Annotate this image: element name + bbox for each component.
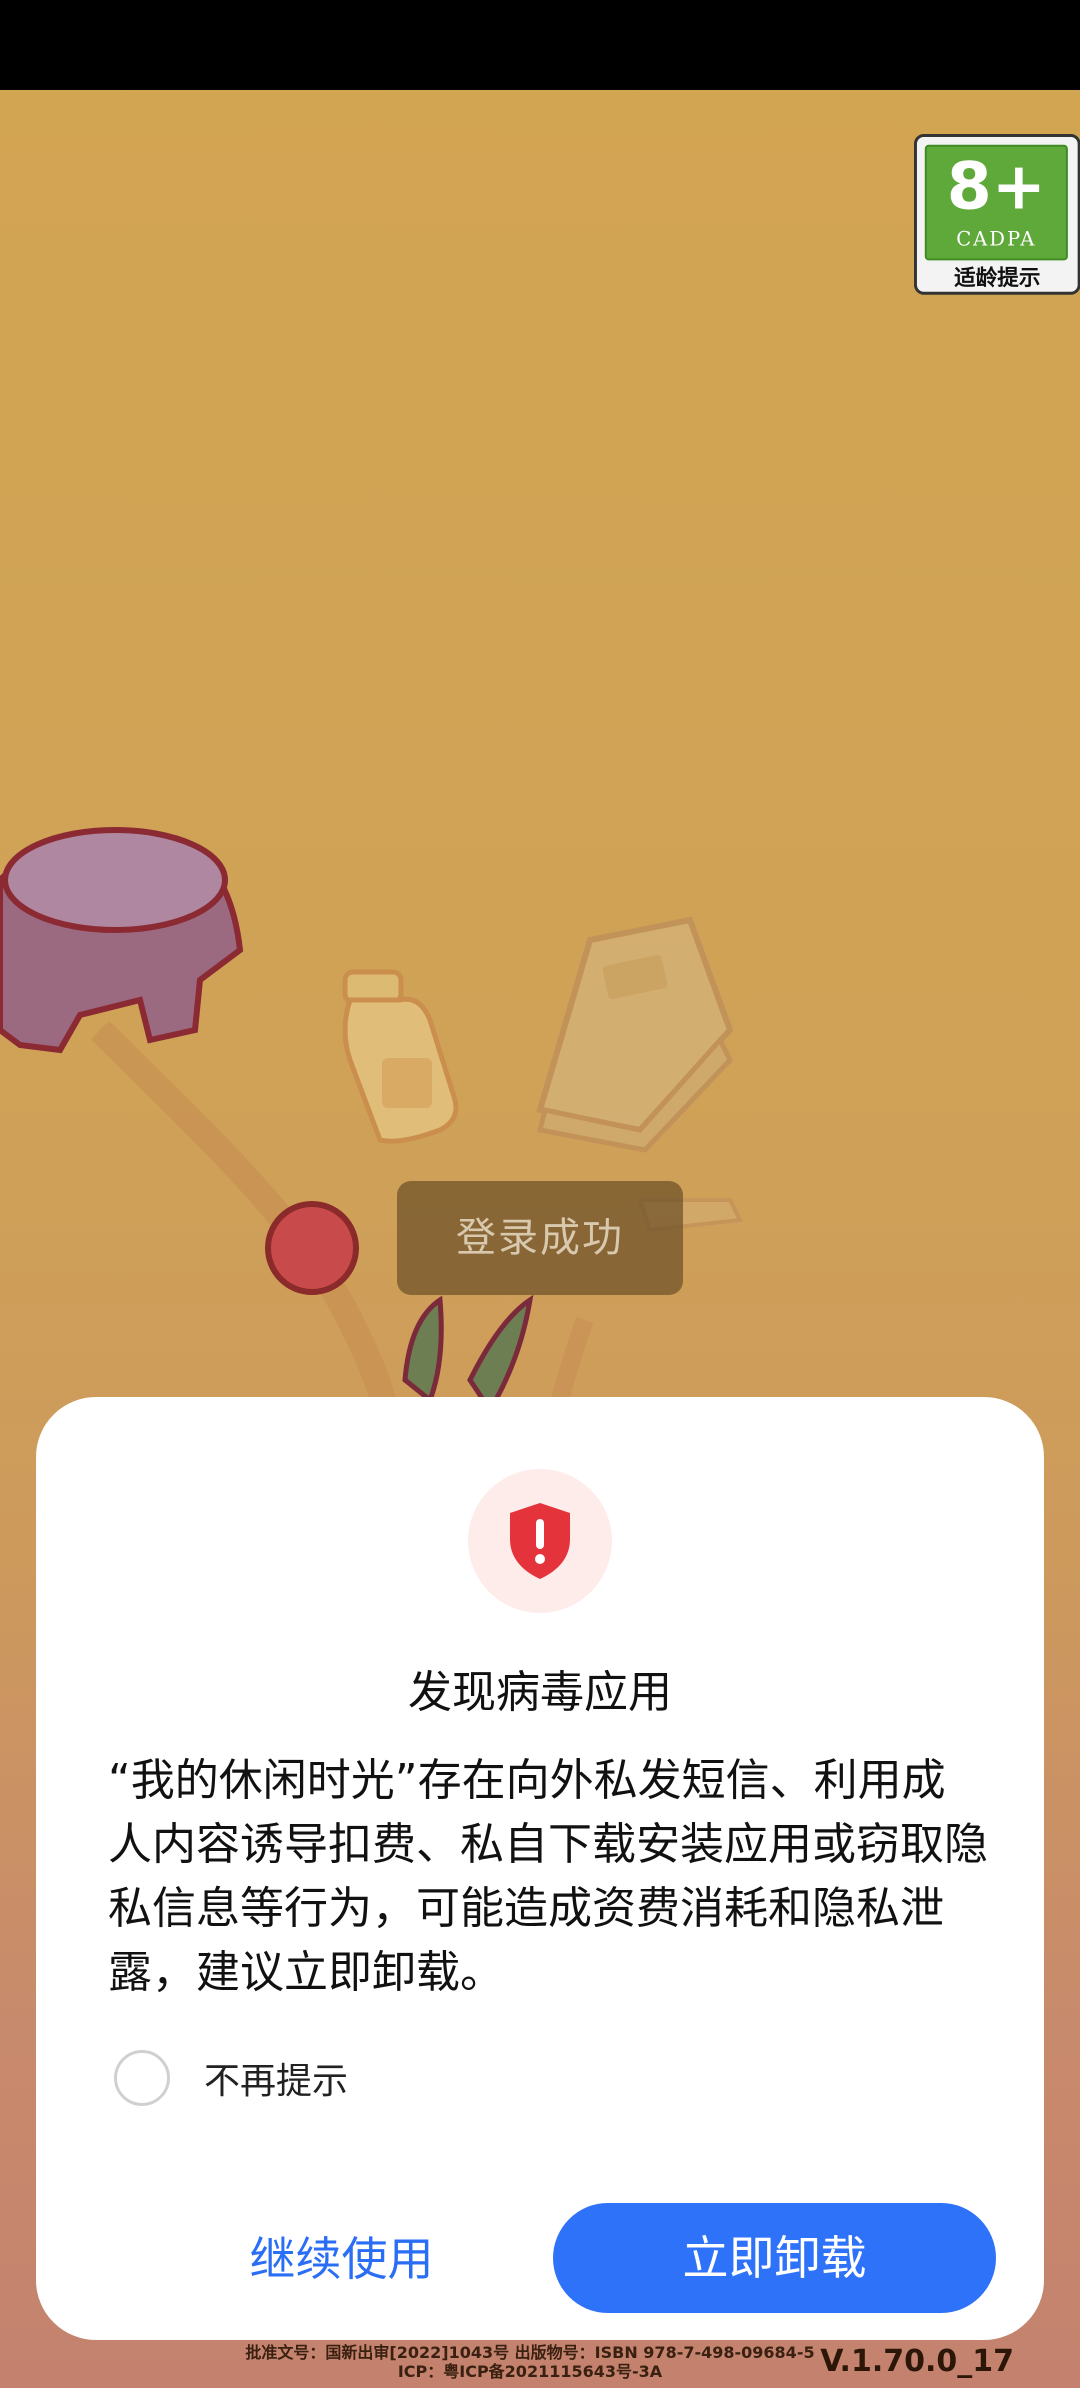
- dont-remind-row[interactable]: 不再提示: [114, 2047, 348, 2109]
- red-ball-illustration: [265, 1201, 359, 1295]
- status-bar: [0, 0, 1080, 90]
- dont-remind-checkbox[interactable]: [114, 2050, 170, 2106]
- plant-illustration: [402, 1294, 534, 1415]
- bottle-illustration: [342, 969, 459, 1144]
- age-rating-number: 8+: [946, 148, 1046, 225]
- version-label: V.1.70.0_17: [820, 2344, 1014, 2379]
- virus-warning-dialog: 发现病毒应用 “我的休闲时光”存在向外私发短信、利用成人内容诱导扣费、私自下载安…: [36, 1397, 1044, 2340]
- age-rating-panel: 8+ CADPA: [924, 144, 1068, 261]
- background-illustration: [0, 827, 744, 1420]
- dialog-title: 发现病毒应用: [408, 1667, 672, 1718]
- uninstall-now-button[interactable]: 立即卸载: [553, 2203, 996, 2313]
- app-screen: 8+ CADPA 适龄提示 登录成功 发现病毒应用 “我的休闲时光”存在向外私发…: [0, 0, 1080, 2388]
- age-rating-badge: 8+ CADPA 适龄提示: [914, 134, 1080, 295]
- age-rating-org: CADPA: [956, 227, 1037, 251]
- shield-alert-icon: [510, 1503, 570, 1579]
- age-rating-caption: 适龄提示: [954, 266, 1041, 291]
- dont-remind-label: 不再提示: [204, 2061, 349, 2102]
- warning-icon-background: [468, 1469, 612, 1613]
- stool-illustration: [0, 827, 244, 1054]
- login-success-toast: 登录成功: [397, 1181, 683, 1295]
- dialog-message: “我的休闲时光”存在向外私发短信、利用成人内容诱导扣费、私自下载安装应用或窃取隐…: [108, 1755, 988, 1998]
- continue-using-button[interactable]: 继续使用: [134, 2205, 549, 2313]
